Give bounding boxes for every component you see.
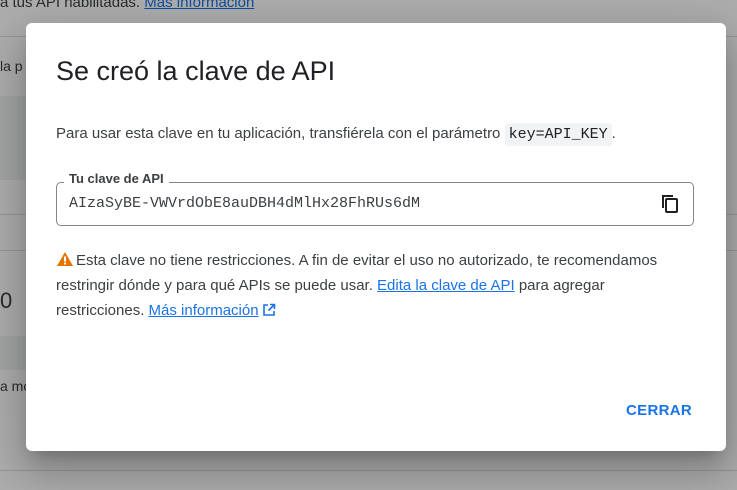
- copy-button[interactable]: [657, 191, 683, 217]
- api-key-input[interactable]: [69, 195, 629, 212]
- api-key-field-label: Tu clave de API: [64, 171, 169, 186]
- close-button[interactable]: CERRAR: [620, 398, 698, 423]
- copy-icon: [662, 195, 678, 213]
- api-key-field: Tu clave de API: [56, 171, 694, 226]
- unrestricted-warning: Esta clave no tiene restricciones. A fin…: [56, 252, 658, 319]
- dialog-title: Se creó la clave de API: [56, 56, 336, 86]
- dialog-description: Para usar esta clave en tu aplicación, t…: [56, 123, 616, 146]
- more-info-link[interactable]: Más información: [149, 302, 259, 319]
- external-link-icon: [262, 303, 275, 316]
- param-code: key=API_KEY: [504, 123, 612, 146]
- edit-api-key-link[interactable]: Edita la clave de API: [377, 277, 515, 294]
- api-key-created-dialog: Se creó la clave de API Para usar esta c…: [26, 23, 726, 451]
- warning-icon: [57, 252, 73, 266]
